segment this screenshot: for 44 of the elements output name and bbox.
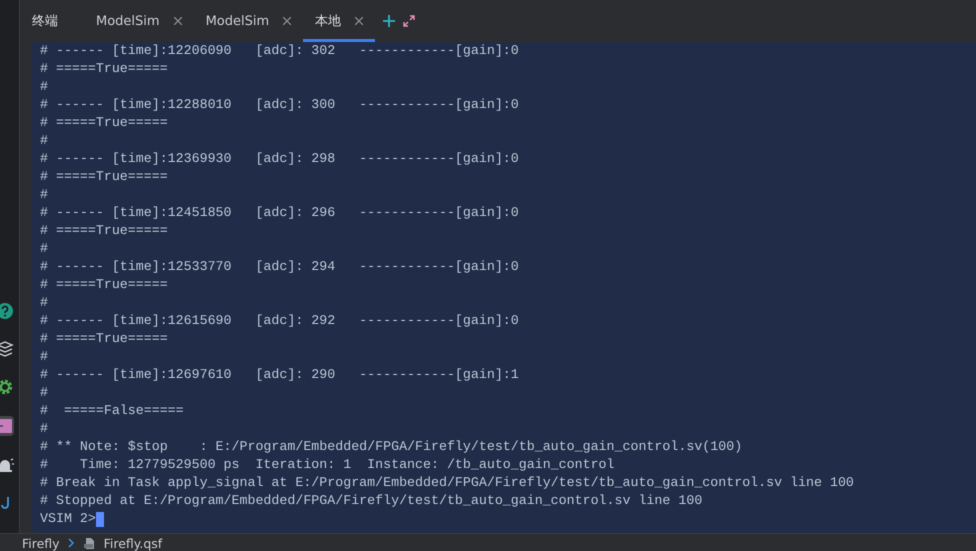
output-line: # =====True===== [40, 330, 168, 348]
file-icon [82, 536, 96, 550]
output-line: # =====True===== [40, 168, 168, 186]
terminal-tab[interactable]: ModelSim [84, 0, 194, 42]
output-line: # [40, 384, 48, 402]
output-line: # ------ [time]:12288010 [adc]: 300 ------------[gain]:0 [40, 96, 519, 114]
breadcrumb-item[interactable]: Firefly.qsf [104, 536, 162, 550]
output-line: # ------ [time]:12206090 [adc]: 302 ------------[gain]:0 [40, 42, 519, 60]
output-line: # Break in Task apply_signal at E:/Program/Embedded/FPGA/Firefly/test/tb_auto_gain_control.sv line 100 [40, 474, 854, 492]
close-icon[interactable] [174, 17, 182, 25]
bell-icon[interactable] [0, 456, 14, 474]
text-cursor [96, 512, 104, 526]
close-icon[interactable] [283, 17, 292, 25]
output-line: # ------ [time]:12369930 [adc]: 298 ------------[gain]:0 [40, 150, 519, 168]
output-line: # =====True===== [40, 60, 168, 78]
output-line: # [40, 294, 48, 312]
expand-icon[interactable] [403, 15, 416, 27]
output-line: # [40, 420, 48, 438]
output-line: # [40, 348, 48, 366]
output-line: # [40, 240, 48, 258]
output-line: # =====True===== [40, 222, 168, 240]
help-icon[interactable] [0, 302, 14, 320]
output-line: # [40, 132, 48, 150]
output-line: # =====False===== [40, 402, 184, 420]
output-line: # =====True===== [40, 114, 168, 132]
breadcrumb-item[interactable]: Firefly [22, 536, 60, 550]
layers-icon[interactable] [0, 340, 14, 358]
panel-title: 终端 [32, 13, 58, 30]
gear-icon[interactable] [0, 378, 14, 396]
add-icon[interactable] [383, 15, 396, 27]
close-icon[interactable] [355, 17, 364, 25]
output-line: # ------ [time]:12451850 [adc]: 296 ------------[gain]:0 [40, 204, 519, 222]
chevron-icon [68, 538, 75, 548]
output-line: # [40, 186, 48, 204]
output-line: # =====True===== [40, 276, 168, 294]
output-line: # ------ [time]:12615690 [adc]: 292 ------------[gain]:0 [40, 312, 519, 330]
output-line: # [40, 78, 48, 96]
output-line: # Time: 12779529500 ps Iteration: 1 Instance: /tb_auto_gain_control [40, 456, 615, 474]
output-line: # ------ [time]:12697610 [adc]: 290 ------------[gain]:1 [40, 366, 519, 384]
output-line: # ------ [time]:12533770 [adc]: 294 ------------[gain]:0 [40, 258, 519, 276]
terminal-tab[interactable]: ModelSim [194, 0, 304, 42]
output-line: # Stopped at E:/Program/Embedded/FPGA/Firefly/test/tb_auto_gain_control.sv line 100 [40, 492, 702, 510]
command-prompt: VSIM 2> [40, 510, 96, 528]
output-line: # ** Note: $stop : E:/Program/Embedded/FPGA/Firefly/test/tb_auto_gain_control.sv(100) [40, 438, 742, 456]
